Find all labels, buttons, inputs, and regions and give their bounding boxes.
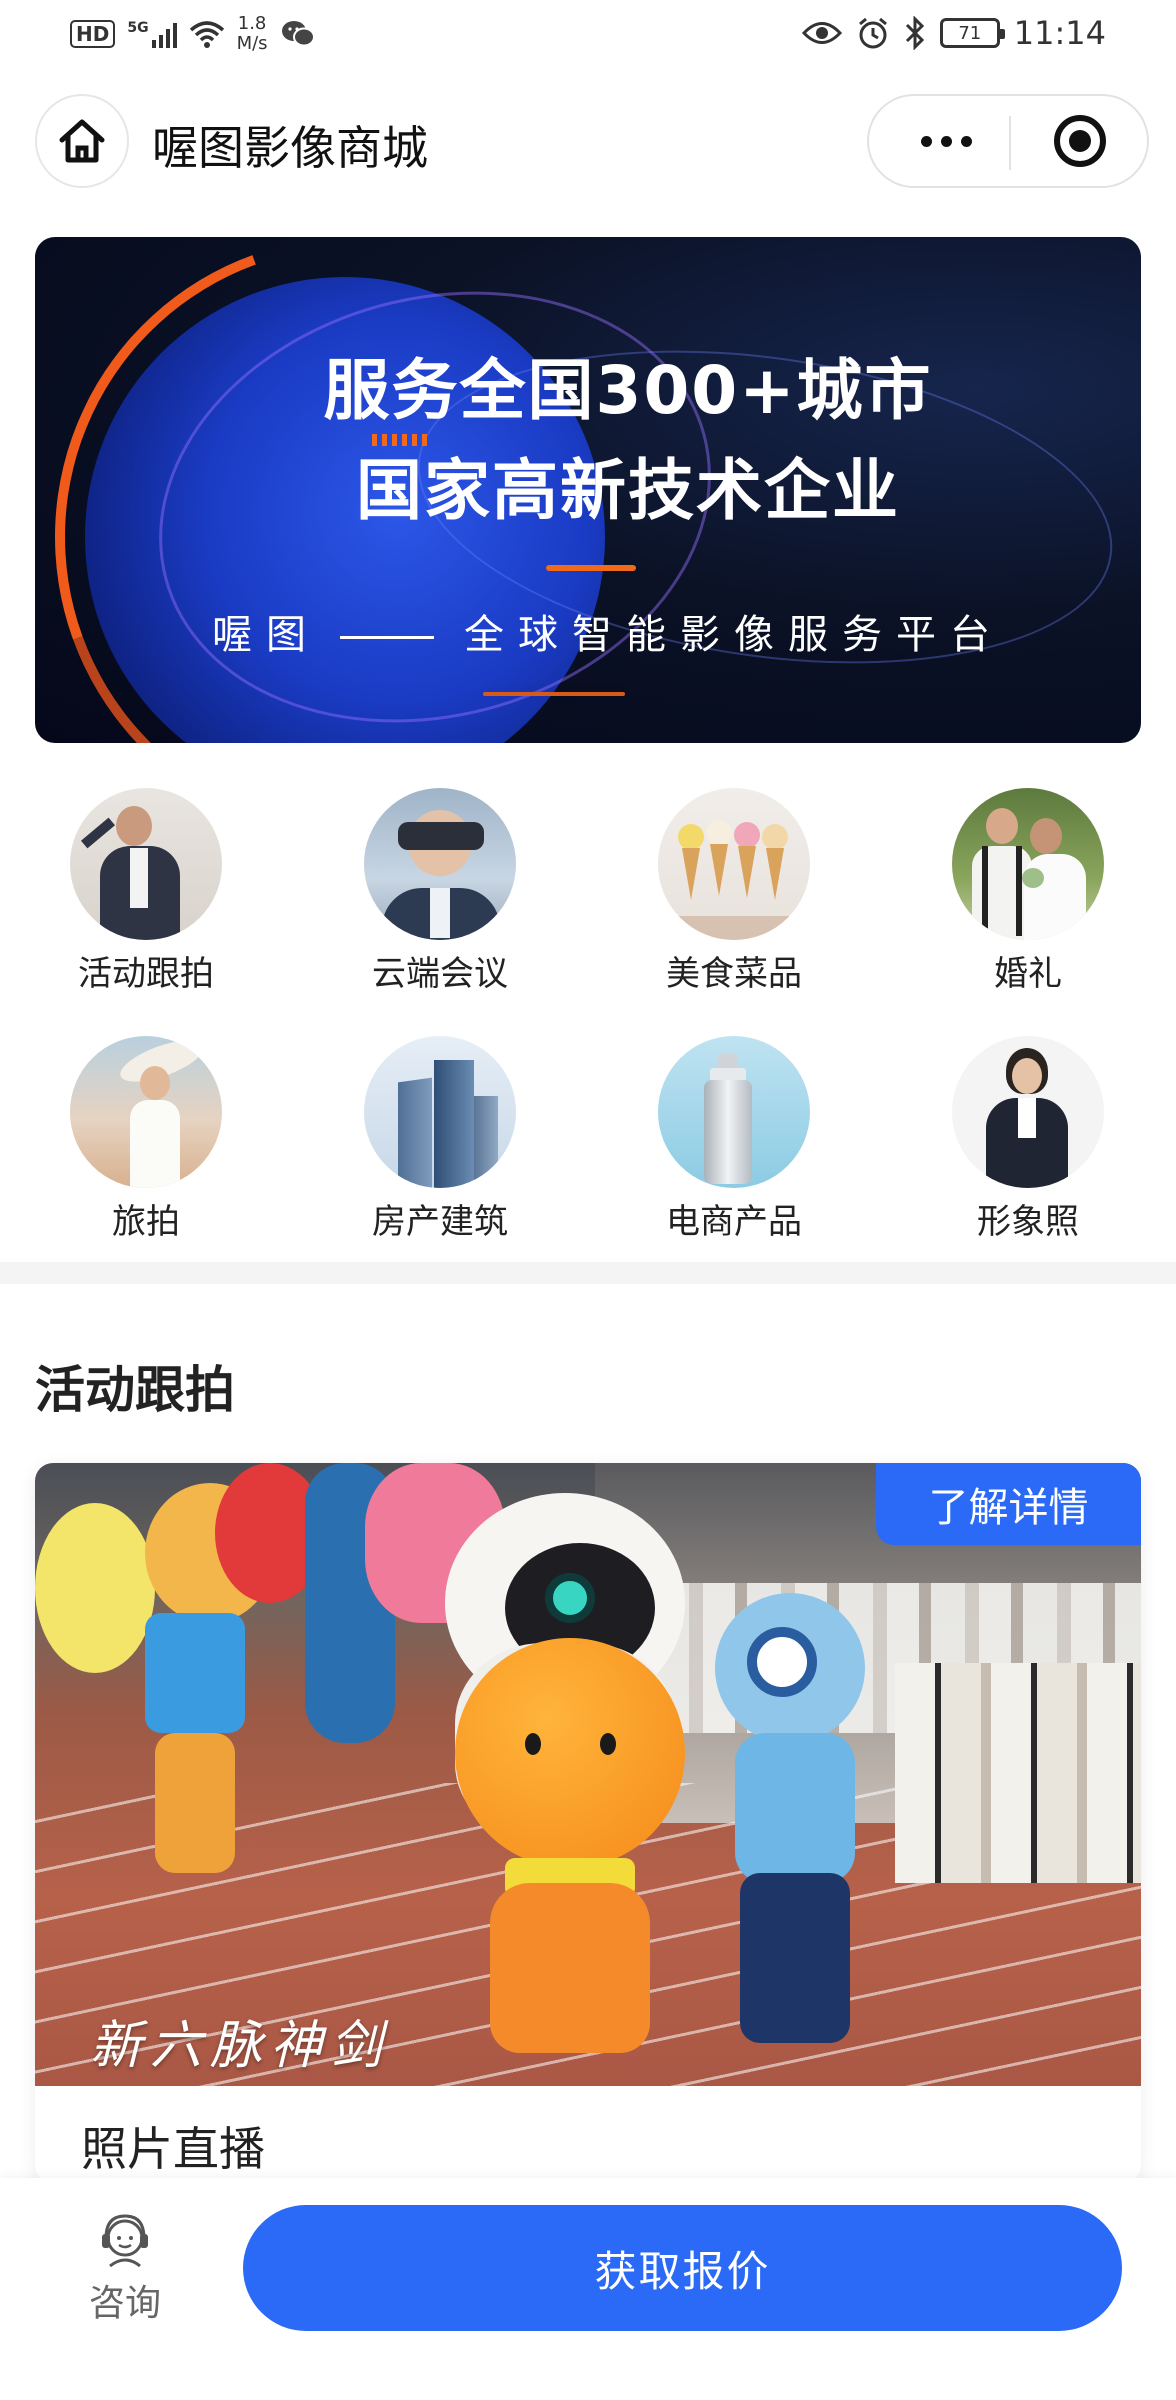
banner-headline-2: 国家高新技术企业 [356, 452, 900, 529]
capsule-divider [1009, 116, 1011, 170]
alarm-icon [858, 17, 887, 49]
eye-icon [801, 22, 842, 44]
photo-watermark: 新六脉神剑 [90, 2016, 391, 2076]
more-button[interactable] [911, 96, 981, 186]
net-speed: 1.8 M/s [237, 14, 268, 54]
banner-headline-1: 服务全国300+城市 [323, 352, 933, 429]
category-food[interactable]: 美食菜品 [634, 788, 834, 995]
banner-brand: 喔图 [212, 612, 320, 658]
more-dots-icon [920, 135, 932, 147]
net-speed-unit: M/s [236, 33, 268, 54]
banner-tagline: 喔图 全球智能影像服务平台 [35, 602, 1141, 660]
category-label: 房产建筑 [372, 1202, 508, 1242]
category-label: 形象照 [977, 1202, 1079, 1242]
category-label: 云端会议 [372, 954, 508, 994]
category-travel[interactable]: 旅拍 [46, 1036, 246, 1243]
hd-badge: HD [70, 20, 116, 48]
category-label: 电商产品 [666, 1202, 802, 1242]
category-label: 美食菜品 [666, 954, 802, 994]
section-divider [0, 1262, 1176, 1284]
product-bottle-icon [658, 1036, 810, 1188]
home-button[interactable] [35, 94, 129, 188]
portrait-photo-icon [952, 1036, 1104, 1188]
battery-icon: 71 [939, 18, 1005, 48]
skyscraper-icon [364, 1036, 516, 1188]
wifi-icon [189, 21, 224, 48]
section-title: 活动跟拍 [35, 1361, 235, 1419]
wedding-couple-icon [952, 788, 1104, 940]
category-label: 活动跟拍 [78, 954, 214, 994]
category-event[interactable]: 活动跟拍 [46, 788, 246, 995]
close-miniprogram-button[interactable] [1054, 115, 1106, 167]
category-cloud-meeting[interactable]: 云端会议 [340, 788, 540, 995]
signal-icon: 5G [127, 20, 177, 48]
event-photo-icon [70, 788, 222, 940]
network-label: 5G [127, 20, 149, 36]
wechat-icon [281, 21, 315, 47]
category-real-estate[interactable]: 房产建筑 [340, 1036, 540, 1243]
ice-cream-icon [658, 788, 810, 940]
vr-headset-icon [364, 788, 516, 940]
service-card[interactable]: 新六脉神剑 了解详情 照片直播 [35, 1463, 1141, 2183]
category-wedding[interactable]: 婚礼 [928, 788, 1128, 995]
status-bar: HD 5G 1.8 M/s 71 11:14 [0, 0, 1176, 72]
travel-photo-icon [70, 1036, 222, 1188]
clock: 11:14 [1013, 14, 1106, 52]
category-ecommerce[interactable]: 电商产品 [634, 1036, 834, 1243]
hero-banner[interactable]: 服务全国300+城市 国家高新技术企业 喔图 全球智能影像服务平台 [35, 237, 1141, 743]
net-speed-value: 1.8 [237, 13, 267, 34]
bottom-action-bar: 咨询 获取报价 [0, 2178, 1176, 2400]
capsule-menu [867, 94, 1149, 188]
learn-more-button[interactable]: 了解详情 [876, 1463, 1141, 1545]
consult-button[interactable]: 咨询 [70, 2208, 180, 2326]
get-quote-button[interactable]: 获取报价 [243, 2205, 1122, 2331]
event-photo: 新六脉神剑 [35, 1463, 1141, 2086]
page-title: 喔图影像商城 [152, 121, 428, 175]
banner-bottom-line [483, 692, 625, 696]
category-portrait[interactable]: 形象照 [928, 1036, 1128, 1243]
banner-accent-bar [546, 565, 636, 571]
home-icon [59, 119, 105, 163]
mini-program-nav: 喔图影像商城 [0, 88, 1176, 198]
bluetooth-icon [905, 16, 924, 50]
customer-service-icon [102, 2214, 148, 2268]
consult-label: 咨询 [88, 2283, 161, 2324]
banner-separator [340, 635, 434, 639]
category-label: 旅拍 [112, 1202, 180, 1242]
status-right: 71 11:14 [801, 14, 1106, 52]
category-label: 婚礼 [994, 954, 1062, 994]
status-left: HD 5G 1.8 M/s [70, 14, 316, 54]
battery-level: 71 [958, 22, 982, 44]
card-title: 照片直播 [81, 2122, 265, 2176]
banner-slogan: 全球智能影像服务平台 [464, 612, 1004, 658]
